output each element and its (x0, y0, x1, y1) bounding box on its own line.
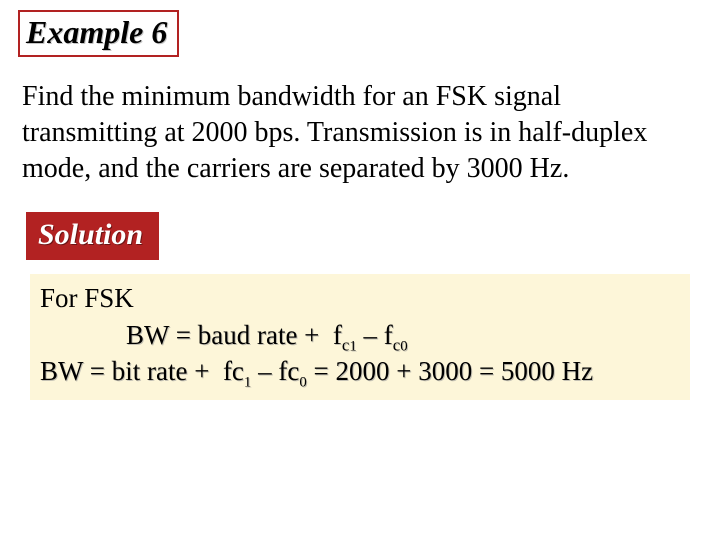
l2-s2b: 0 (400, 338, 407, 354)
l2-f2: f (384, 320, 393, 350)
work-line-3: BW = bit rate + fc1 – fc0 = 2000 + 3000 … (40, 353, 680, 389)
example-header-box: Example 6 (18, 10, 179, 57)
slide: Example 6 Find the minimum bandwidth for… (0, 0, 720, 540)
l3-mid: – (251, 356, 278, 386)
solution-work: For FSK BW = baud rate + fc1 – fc0 BW = … (30, 274, 690, 399)
example-header-text: Example 6 (26, 14, 167, 50)
l3-rest: = 2000 + 3000 = 5000 Hz (307, 356, 593, 386)
l3-pre: BW = bit rate + (40, 356, 216, 386)
solution-header-text: Solution (38, 218, 143, 251)
l3-f1: fc (223, 356, 244, 386)
work-line-1: For FSK (40, 280, 680, 316)
problem-statement: Find the minimum bandwidth for an FSK si… (22, 79, 698, 186)
l3-s2: 0 (299, 375, 306, 391)
l2-mid: – (357, 320, 384, 350)
l3-f2: fc (278, 356, 299, 386)
l2-pre: BW = baud rate + (126, 320, 326, 350)
solution-header-box: Solution (26, 212, 159, 260)
l2-s1b: 1 (349, 338, 356, 354)
work-line-2: BW = baud rate + fc1 – fc0 (40, 317, 680, 353)
l2-f1: f (333, 320, 342, 350)
work-line-1-text: For FSK (40, 283, 134, 313)
